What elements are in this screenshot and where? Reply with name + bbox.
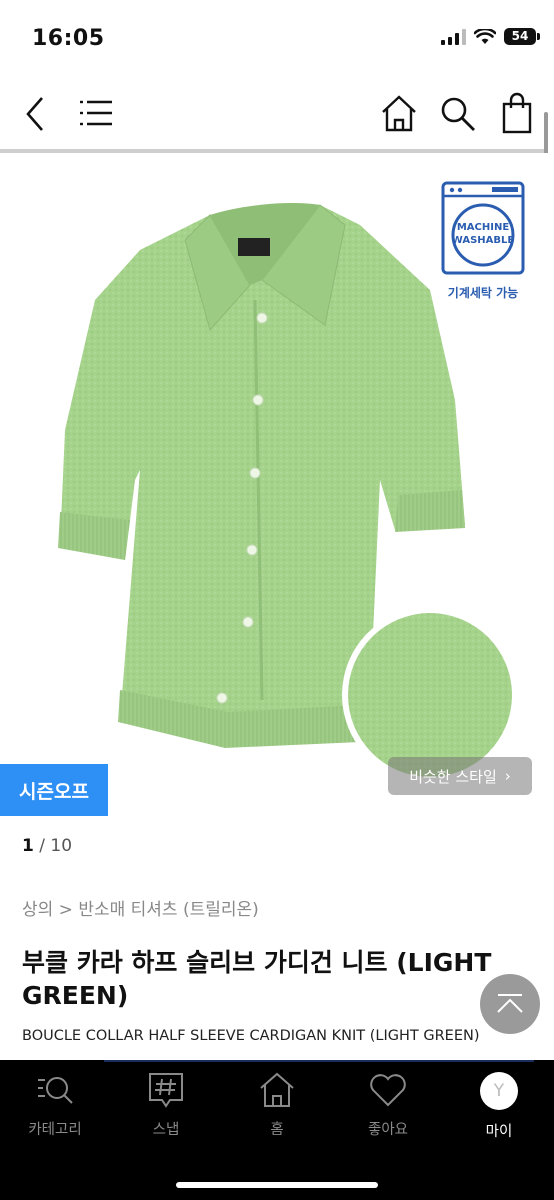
tab-home[interactable]: 홈 [227, 1070, 327, 1139]
wifi-icon [474, 28, 496, 44]
status-time: 16:05 [32, 26, 105, 51]
similar-style-label: 비슷한 스타일 [409, 767, 497, 786]
shopping-bag-icon[interactable] [495, 92, 539, 136]
wash-line1: MACHINE [457, 222, 509, 233]
product-title: 부클 카라 하프 슬리브 가디건 니트 (LIGHT GREEN) [22, 948, 492, 1010]
scroll-to-top-button[interactable] [480, 974, 540, 1034]
breadcrumb[interactable]: 상의 > 반소매 티셔츠 (트릴리온) [22, 895, 259, 920]
similar-style-button[interactable]: 비슷한 스타일 › [388, 757, 532, 795]
product-subtitle: BOUCLE COLLAR HALF SLEEVE CARDIGAN KNIT … [22, 1028, 480, 1044]
tab-my[interactable]: Y 마이 [449, 1070, 549, 1141]
tab-label: 카테고리 [28, 1122, 82, 1138]
tab-label: 홈 [270, 1122, 284, 1138]
machine-washable-badge: MACHINE WASHABLE 기계세탁 가능 [440, 180, 526, 301]
signal-icon [441, 28, 466, 45]
tab-label: 마이 [485, 1124, 513, 1140]
status-icons: 54 [441, 28, 540, 45]
home-icon [260, 1072, 294, 1107]
image-counter: 1 / 10 [22, 836, 72, 856]
heart-icon [370, 1074, 406, 1107]
image-counter-total: / 10 [39, 836, 73, 856]
menu-icon[interactable] [76, 92, 120, 136]
search-icon[interactable] [436, 92, 480, 136]
home-indicator [176, 1182, 378, 1188]
tab-label: 좋아요 [367, 1122, 409, 1138]
wash-line2: WASHABLE [452, 235, 515, 246]
avatar: Y [480, 1072, 518, 1110]
tab-snap[interactable]: 스냅 [116, 1070, 216, 1139]
home-icon[interactable] [377, 92, 421, 136]
status-bar: 16:05 54 [0, 0, 554, 80]
battery-icon: 54 [504, 28, 540, 45]
chevron-up-icon [497, 994, 523, 1013]
image-counter-current: 1 [22, 836, 34, 856]
wash-label: 기계세탁 가능 [447, 286, 519, 300]
chevron-right-icon: › [504, 767, 511, 785]
hashtag-icon [149, 1073, 183, 1108]
washing-machine-icon: MACHINE WASHABLE [441, 181, 525, 275]
season-off-badge: 시즌오프 [0, 764, 108, 816]
category-search-icon [38, 1077, 73, 1104]
tab-likes[interactable]: 좋아요 [338, 1070, 438, 1139]
tab-category[interactable]: 카테고리 [5, 1070, 105, 1139]
bottom-tab-bar: 카테고리 스냅 홈 좋아요 Y 마이 [0, 1060, 554, 1200]
app-header [0, 80, 554, 150]
tab-label: 스냅 [152, 1122, 180, 1138]
back-icon[interactable] [14, 92, 58, 136]
tab-bar-accent [104, 1060, 534, 1062]
